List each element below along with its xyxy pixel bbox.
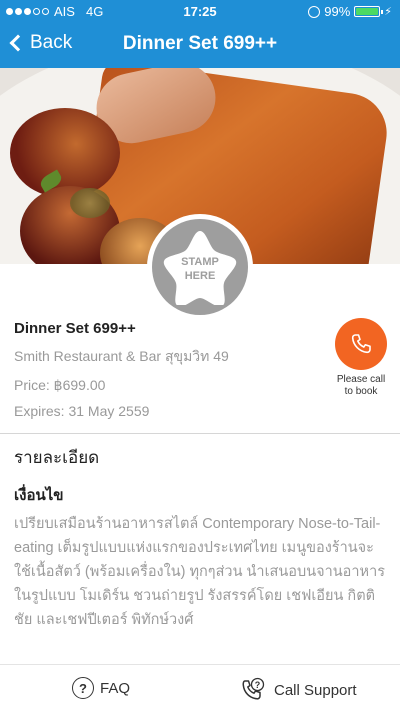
faq-button[interactable]: ? FAQ <box>72 677 130 699</box>
stamp-label: STAMP HERE <box>181 256 219 282</box>
battery-percent: 99% <box>324 4 351 19</box>
page-title: Dinner Set 699++ <box>122 33 278 54</box>
details-body: เปรียบเสมือนร้านอาหารสไตล์ Contemporary … <box>14 516 386 628</box>
call-button[interactable] <box>335 318 387 370</box>
call-caption: Please call to book <box>336 374 386 397</box>
deal-title: Dinner Set 699++ <box>14 320 136 337</box>
call-to-book: Please call to book <box>332 318 390 398</box>
status-right: 99% ⚡ <box>308 4 392 19</box>
charging-icon: ⚡ <box>384 6 392 18</box>
svg-text:?: ? <box>255 680 261 690</box>
herb-garnish <box>70 188 110 218</box>
deal-info: Dinner Set 699++ Smith Restaurant & Bar … <box>14 320 314 419</box>
support-label: Call Support <box>274 681 357 699</box>
stamp-badge[interactable]: STAMP HERE <box>147 214 253 320</box>
phone-question-icon: ? <box>242 677 265 700</box>
orientation-lock-icon <box>308 5 321 18</box>
restaurant-name: Smith Restaurant & Bar สุขุมวิท 49 <box>14 348 229 364</box>
battery-icon <box>354 6 384 17</box>
details-section: รายละเอียด เงื่อนไข เปรียบเสมือนร้านอาหา… <box>14 444 388 632</box>
details-heading: รายละเอียด <box>14 448 100 467</box>
roasted-plum <box>10 108 120 198</box>
scroll-fade <box>0 652 400 664</box>
divider <box>0 433 400 434</box>
price: Price: ฿699.00 <box>14 377 106 393</box>
expiry-date: Expires: 31 May 2559 <box>14 403 150 419</box>
stamp-circle: STAMP HERE <box>152 219 248 315</box>
question-icon: ? <box>72 677 94 699</box>
nav-bar: Back Dinner Set 699++ <box>0 22 400 68</box>
phone-icon <box>351 334 371 354</box>
header: AIS 4G 17:25 99% ⚡ Back Dinner Set 699++ <box>0 0 400 68</box>
bottom-bar: ? FAQ ? Call Support <box>0 664 400 711</box>
faq-label: FAQ <box>100 679 131 697</box>
status-bar: AIS 4G 17:25 99% ⚡ <box>0 0 400 22</box>
call-support-button[interactable]: ? Call Support <box>240 677 357 703</box>
conditions-heading: เงื่อนไข <box>14 487 64 504</box>
